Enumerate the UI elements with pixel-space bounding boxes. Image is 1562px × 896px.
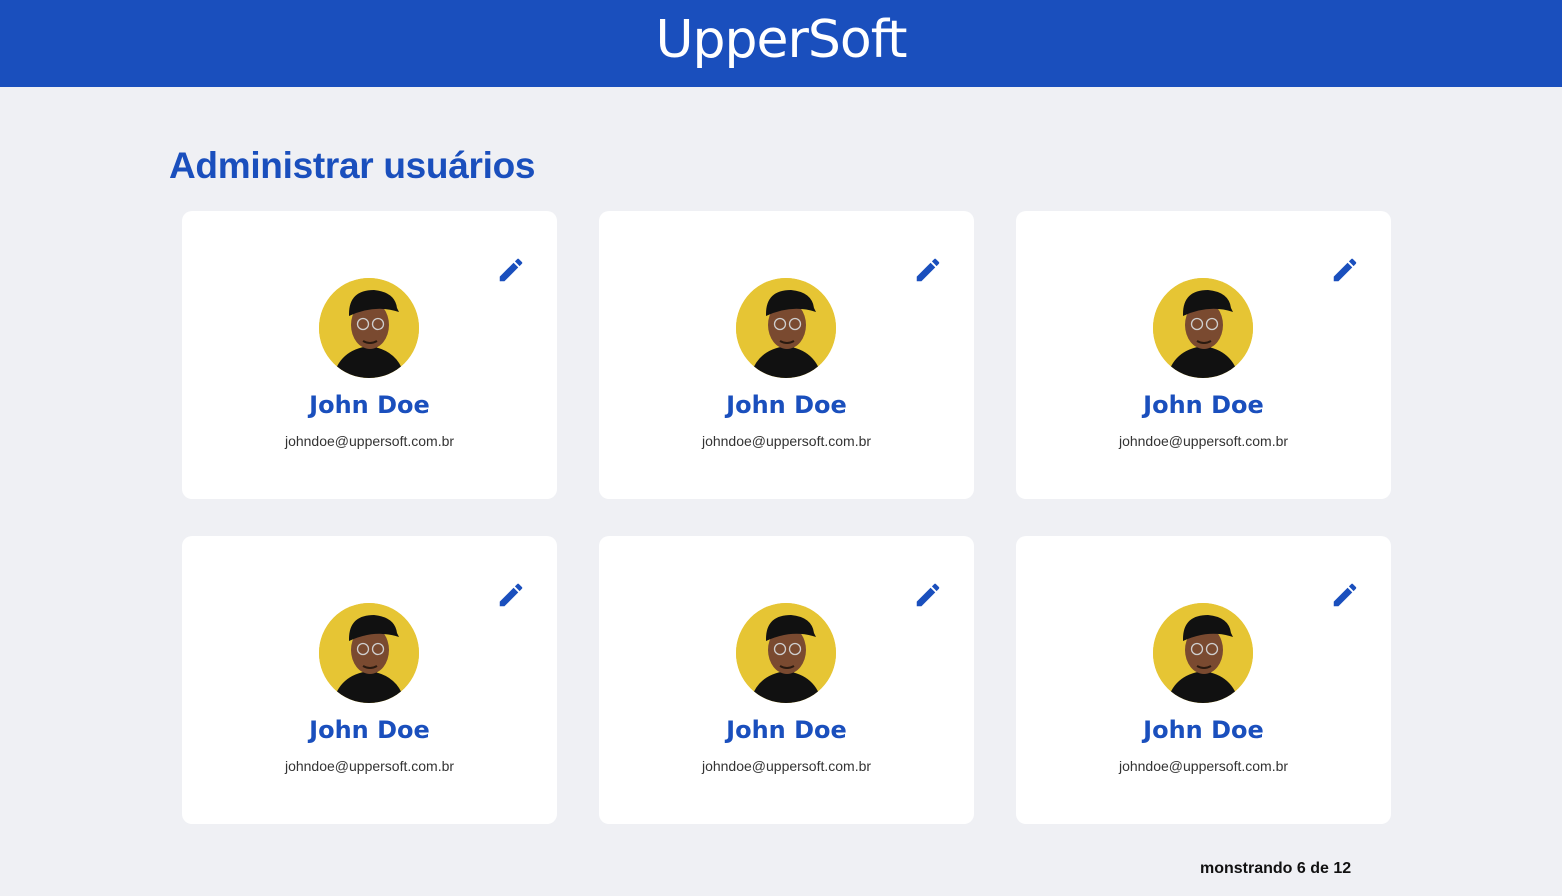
- user-email: johndoe@uppersoft.com.br: [701, 433, 872, 449]
- pencil-icon: [1333, 583, 1357, 607]
- user-name: John Doe: [1143, 716, 1264, 744]
- edit-user-button[interactable]: [911, 253, 945, 287]
- user-card[interactable]: John Doe johndoe@uppersoft.com.br: [599, 211, 974, 499]
- user-name: John Doe: [1143, 391, 1264, 419]
- avatar: [736, 603, 836, 703]
- user-email: johndoe@uppersoft.com.br: [284, 758, 455, 774]
- user-name: John Doe: [726, 716, 847, 744]
- user-email: johndoe@uppersoft.com.br: [701, 758, 872, 774]
- user-card[interactable]: John Doe johndoe@uppersoft.com.br: [1016, 536, 1391, 824]
- user-email: johndoe@uppersoft.com.br: [1118, 758, 1289, 774]
- pencil-icon: [916, 258, 940, 282]
- edit-user-button[interactable]: [1328, 578, 1362, 612]
- avatar: [319, 603, 419, 703]
- pencil-icon: [916, 583, 940, 607]
- edit-user-button[interactable]: [911, 578, 945, 612]
- user-card[interactable]: John Doe johndoe@uppersoft.com.br: [599, 536, 974, 824]
- user-card[interactable]: John Doe johndoe@uppersoft.com.br: [182, 211, 557, 499]
- pencil-icon: [1333, 258, 1357, 282]
- avatar: [1153, 278, 1253, 378]
- top-bar: UpperSoft: [0, 0, 1562, 87]
- user-name: John Doe: [309, 716, 430, 744]
- uppersoft-logo[interactable]: UpperSoft: [655, 14, 907, 66]
- user-name: John Doe: [309, 391, 430, 419]
- user-email: johndoe@uppersoft.com.br: [1118, 433, 1289, 449]
- user-email: johndoe@uppersoft.com.br: [284, 433, 455, 449]
- edit-user-button[interactable]: [1328, 253, 1362, 287]
- pagination-status: monstrando 6 de 12: [1200, 860, 1352, 877]
- user-card[interactable]: John Doe johndoe@uppersoft.com.br: [182, 536, 557, 824]
- user-grid: John Doe johndoe@uppersoft.com.br John D…: [182, 211, 1391, 824]
- pencil-icon: [499, 258, 523, 282]
- edit-user-button[interactable]: [494, 253, 528, 287]
- avatar: [736, 278, 836, 378]
- user-name: John Doe: [726, 391, 847, 419]
- avatar: [319, 278, 419, 378]
- page-title: Administrar usuários: [169, 145, 536, 186]
- user-card[interactable]: John Doe johndoe@uppersoft.com.br: [1016, 211, 1391, 499]
- pencil-icon: [499, 583, 523, 607]
- edit-user-button[interactable]: [494, 578, 528, 612]
- avatar: [1153, 603, 1253, 703]
